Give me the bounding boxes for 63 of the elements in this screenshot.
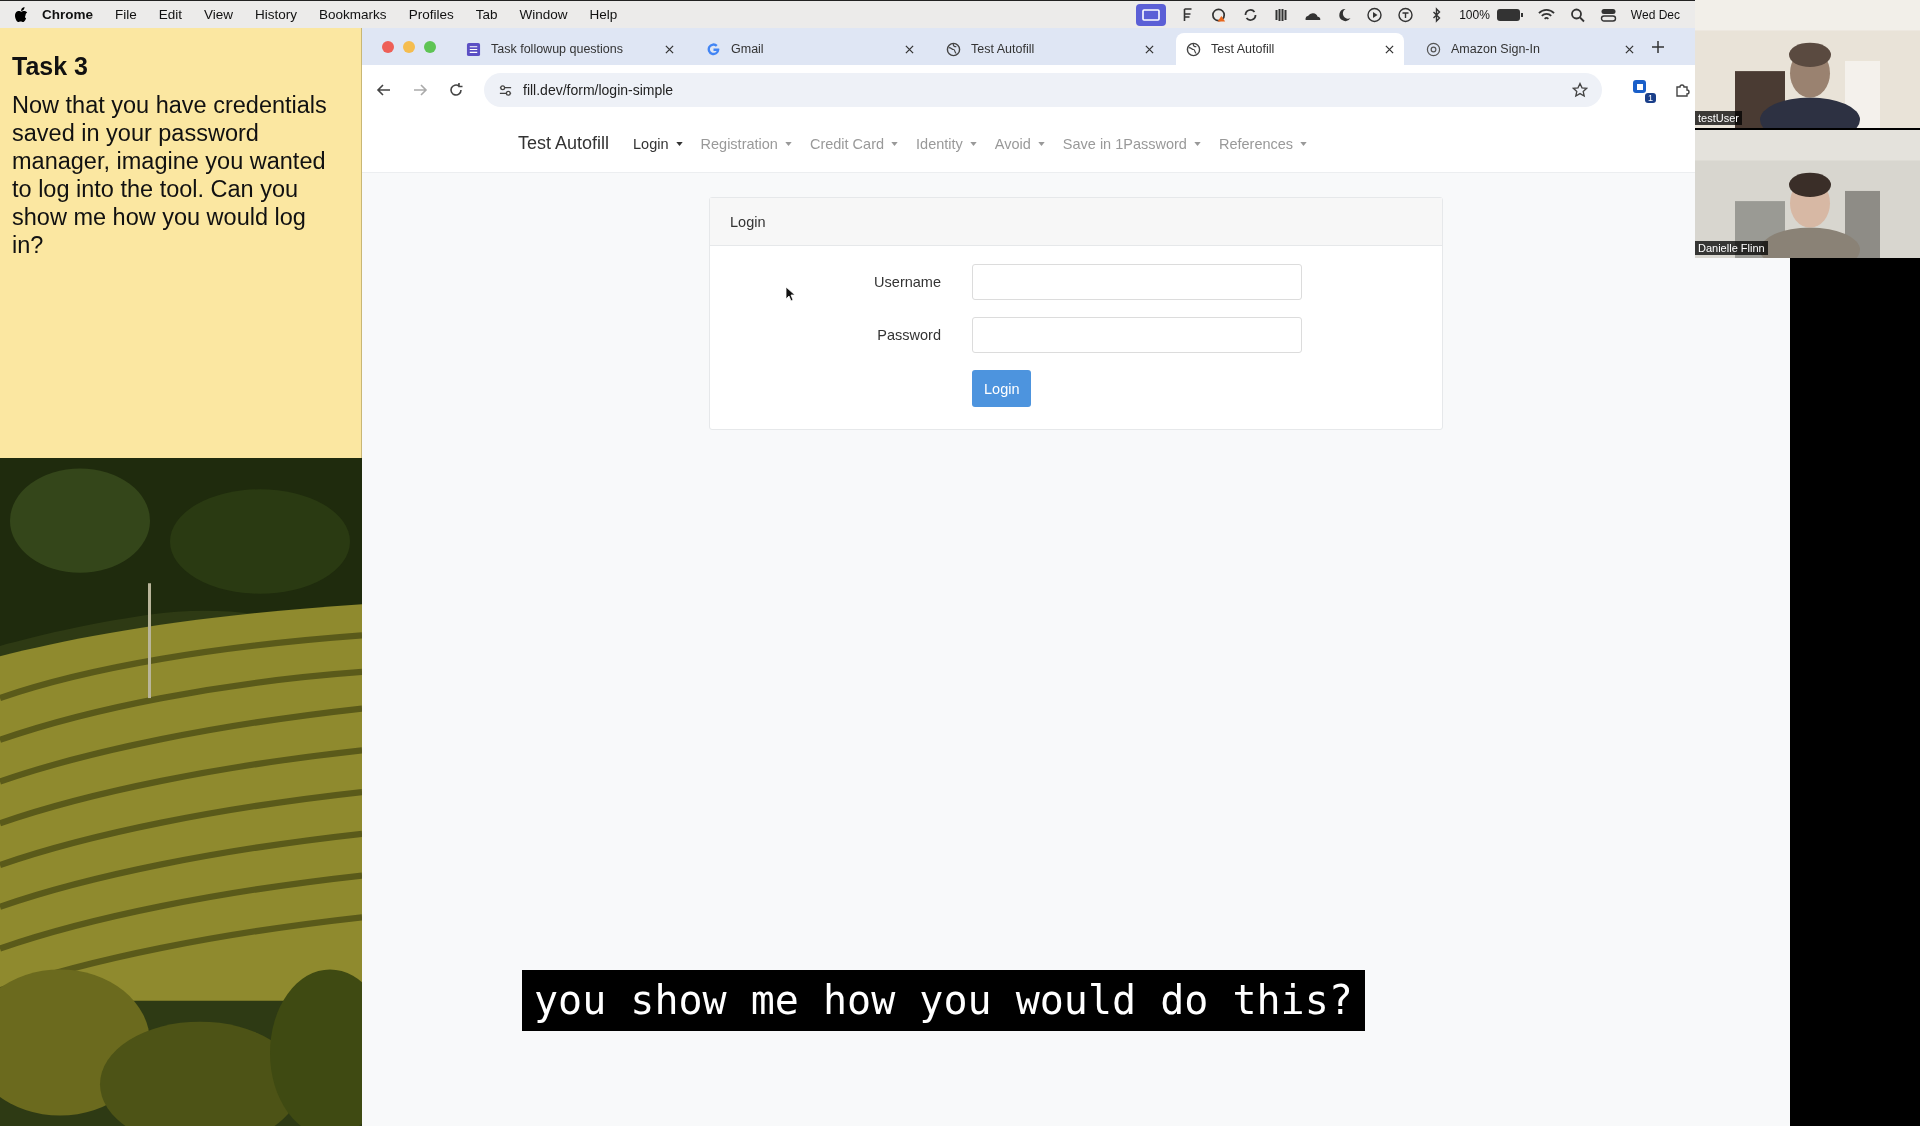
close-tab-icon[interactable]: [1625, 44, 1634, 54]
close-tab-icon[interactable]: [665, 44, 674, 54]
search-icon[interactable]: [1568, 6, 1586, 23]
star-icon[interactable]: [1572, 82, 1588, 98]
app-menu[interactable]: Chrome: [42, 7, 93, 22]
participant-name: Danielle Flinn: [1695, 241, 1768, 255]
back-icon[interactable]: [376, 82, 392, 98]
url-text: fill.dev/form/login-simple: [523, 82, 675, 98]
task-title: Task 3: [12, 52, 89, 81]
menu-item[interactable]: File: [115, 7, 137, 22]
caret-icon: [969, 141, 977, 146]
menu-item[interactable]: Bookmarks: [319, 7, 387, 22]
clock[interactable]: Wed Dec: [1630, 7, 1680, 22]
menu-item[interactable]: History: [255, 7, 298, 22]
caret-icon: [1300, 141, 1308, 146]
new-tab-icon[interactable]: [1652, 40, 1664, 53]
extension-badge: 1: [1645, 93, 1656, 103]
battery-percent: 100%: [1459, 7, 1490, 22]
puzzle-icon[interactable]: [1674, 82, 1690, 98]
extension-button[interactable]: 1: [1632, 79, 1654, 101]
browser-tab[interactable]: Task followup questions: [456, 33, 684, 65]
play-icon[interactable]: [1366, 6, 1384, 23]
participant-name: testUser: [1695, 111, 1742, 125]
apple-icon[interactable]: [14, 6, 28, 23]
caret-icon: [1037, 141, 1045, 146]
input-field[interactable]: [972, 317, 1302, 353]
close-tab-icon[interactable]: [905, 44, 914, 54]
address-bar[interactable]: fill.dev/form/login-simple: [484, 73, 1602, 107]
browser-tab[interactable]: Gmail: [696, 33, 924, 65]
screen-share-icon[interactable]: [1136, 3, 1167, 26]
caret-icon: [784, 141, 792, 146]
site-brand[interactable]: Test Autofill: [518, 133, 610, 154]
caret-icon: [891, 141, 899, 146]
globe-icon: [1186, 41, 1201, 57]
form-icon: [466, 41, 481, 57]
close-window-icon[interactable]: [382, 40, 394, 53]
field-label: Password: [876, 327, 941, 343]
cursor-icon: [785, 286, 795, 302]
globe-icon: [946, 41, 961, 57]
subtitle-caption: you show me how you would do this?: [522, 970, 1365, 1031]
task-text: Now that you have credentials saved in your password manager, imagine you wanted to log into the tool. Can you show me how you would log in?: [12, 91, 327, 259]
control-center-icon[interactable]: [1599, 6, 1617, 23]
caret-icon: [675, 141, 683, 146]
card-title: Login: [730, 213, 766, 230]
menu-item[interactable]: Window: [519, 7, 568, 22]
close-tab-icon[interactable]: [1385, 44, 1394, 54]
menu-item[interactable]: Profiles: [408, 7, 454, 22]
menu-item[interactable]: Tab: [475, 7, 498, 22]
browser-tab[interactable]: Amazon Sign-In: [1416, 33, 1644, 65]
reload-icon[interactable]: [448, 82, 464, 98]
input-field[interactable]: [972, 264, 1302, 300]
caret-icon: [1193, 141, 1201, 146]
field-label: Username: [873, 274, 941, 290]
menu-item[interactable]: View: [204, 7, 234, 22]
nav-dropdown[interactable]: Login: [633, 135, 683, 152]
menu-item[interactable]: Help: [589, 7, 618, 22]
battery-icon[interactable]: [1495, 7, 1524, 22]
menu-item[interactable]: Edit: [158, 7, 183, 22]
google-icon: [706, 41, 721, 57]
browser-tab[interactable]: Test Autofill: [936, 33, 1164, 65]
close-tab-icon[interactable]: [1145, 44, 1154, 54]
browser-tab[interactable]: Test Autofill: [1176, 33, 1404, 65]
site-settings-icon[interactable]: [498, 82, 513, 98]
